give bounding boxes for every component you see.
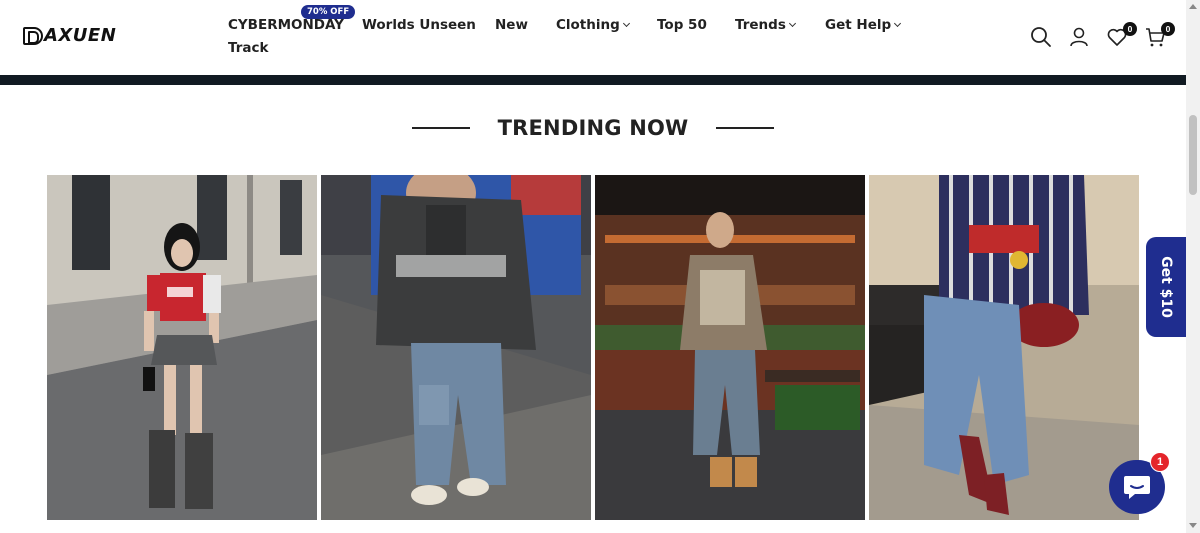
chat-icon <box>1124 476 1150 499</box>
product-image <box>869 175 1139 520</box>
hero-bottom-edge <box>0 75 1186 85</box>
nav-item-worlds-unseen[interactable]: Worlds Unseen <box>362 17 476 33</box>
nav-item-new[interactable]: New <box>495 17 528 33</box>
side-tab-label: Get $10 <box>1158 256 1174 318</box>
heading-rule-right <box>716 127 775 129</box>
scroll-up-arrow-icon[interactable] <box>1189 4 1197 9</box>
nav-item-trends[interactable]: Trends <box>735 17 796 33</box>
nav-item-get-help[interactable]: Get Help <box>825 17 902 33</box>
cart-count-badge: 0 <box>1161 22 1175 36</box>
heading-rule-left <box>411 127 470 129</box>
site-header: AXUEN CYBERMONDAY 70% OFF Worlds Unseen … <box>0 0 1186 75</box>
product-card[interactable] <box>595 175 865 520</box>
wishlist-icon[interactable]: 0 <box>1106 22 1137 48</box>
chevron-down-icon <box>894 19 902 28</box>
section-title: TRENDING NOW <box>497 116 689 140</box>
product-image <box>321 175 591 520</box>
wishlist-count-badge: 0 <box>1123 22 1137 36</box>
product-card[interactable] <box>869 175 1139 520</box>
account-icon[interactable] <box>1068 26 1090 48</box>
logo-text: AXUEN <box>44 25 117 46</box>
product-card[interactable] <box>47 175 317 520</box>
cart-icon[interactable]: 0 <box>1144 22 1175 48</box>
nav-item-track[interactable]: Track <box>228 40 268 56</box>
scrollbar-thumb[interactable] <box>1189 115 1197 195</box>
product-image <box>47 175 317 520</box>
nav-item-top-50[interactable]: Top 50 <box>657 17 707 33</box>
product-image <box>595 175 865 520</box>
scroll-down-arrow-icon[interactable] <box>1189 523 1197 528</box>
chevron-down-icon <box>622 19 630 28</box>
chevron-down-icon <box>788 19 796 28</box>
page-scrollbar[interactable] <box>1186 0 1200 533</box>
logo-mark <box>23 26 43 45</box>
site-logo[interactable]: AXUEN <box>23 25 116 46</box>
product-card[interactable] <box>321 175 591 520</box>
nav-item-cybermonday[interactable]: CYBERMONDAY <box>228 17 344 33</box>
chat-unread-badge: 1 <box>1150 452 1170 472</box>
get-10-side-tab[interactable]: Get $10 <box>1146 237 1186 337</box>
header-actions: 0 0 <box>1030 22 1175 48</box>
section-heading: TRENDING NOW <box>0 116 1186 140</box>
nav-item-clothing[interactable]: Clothing <box>556 17 630 33</box>
promo-badge: 70% OFF <box>301 5 356 19</box>
product-grid <box>47 175 1139 520</box>
search-icon[interactable] <box>1030 26 1052 48</box>
